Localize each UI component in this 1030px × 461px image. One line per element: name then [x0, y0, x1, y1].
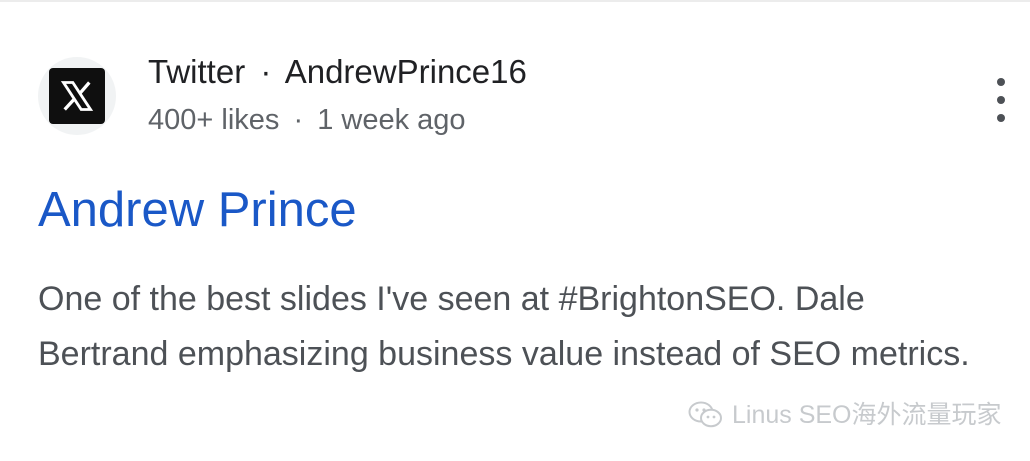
x-logo-icon [49, 68, 105, 124]
likes-count: 400+ likes [148, 104, 280, 136]
site-name: Twitter [148, 53, 246, 90]
source-separator: · [260, 53, 272, 90]
result-source[interactable]: Twitter · AndrewPrince16 [148, 52, 527, 92]
wechat-icon [688, 401, 722, 428]
result-title-link[interactable]: Andrew Prince [38, 180, 357, 240]
more-options-button[interactable] [986, 78, 1016, 122]
result-snippet: One of the best slides I've seen at #Bri… [38, 280, 970, 373]
post-age: 1 week ago [317, 104, 466, 136]
meta-separator: · [293, 104, 304, 136]
search-result-card: Twitter · AndrewPrince16 400+ likes · 1 … [0, 0, 1030, 461]
watermark-text: Linus SEO海外流量玩家 [732, 401, 1002, 429]
more-vert-icon [997, 78, 1005, 86]
watermark: Linus SEO海外流量玩家 [688, 398, 1002, 432]
site-favicon[interactable] [38, 57, 116, 135]
result-meta: 400+ likes · 1 week ago [148, 101, 466, 139]
account-handle: AndrewPrince16 [284, 53, 527, 90]
